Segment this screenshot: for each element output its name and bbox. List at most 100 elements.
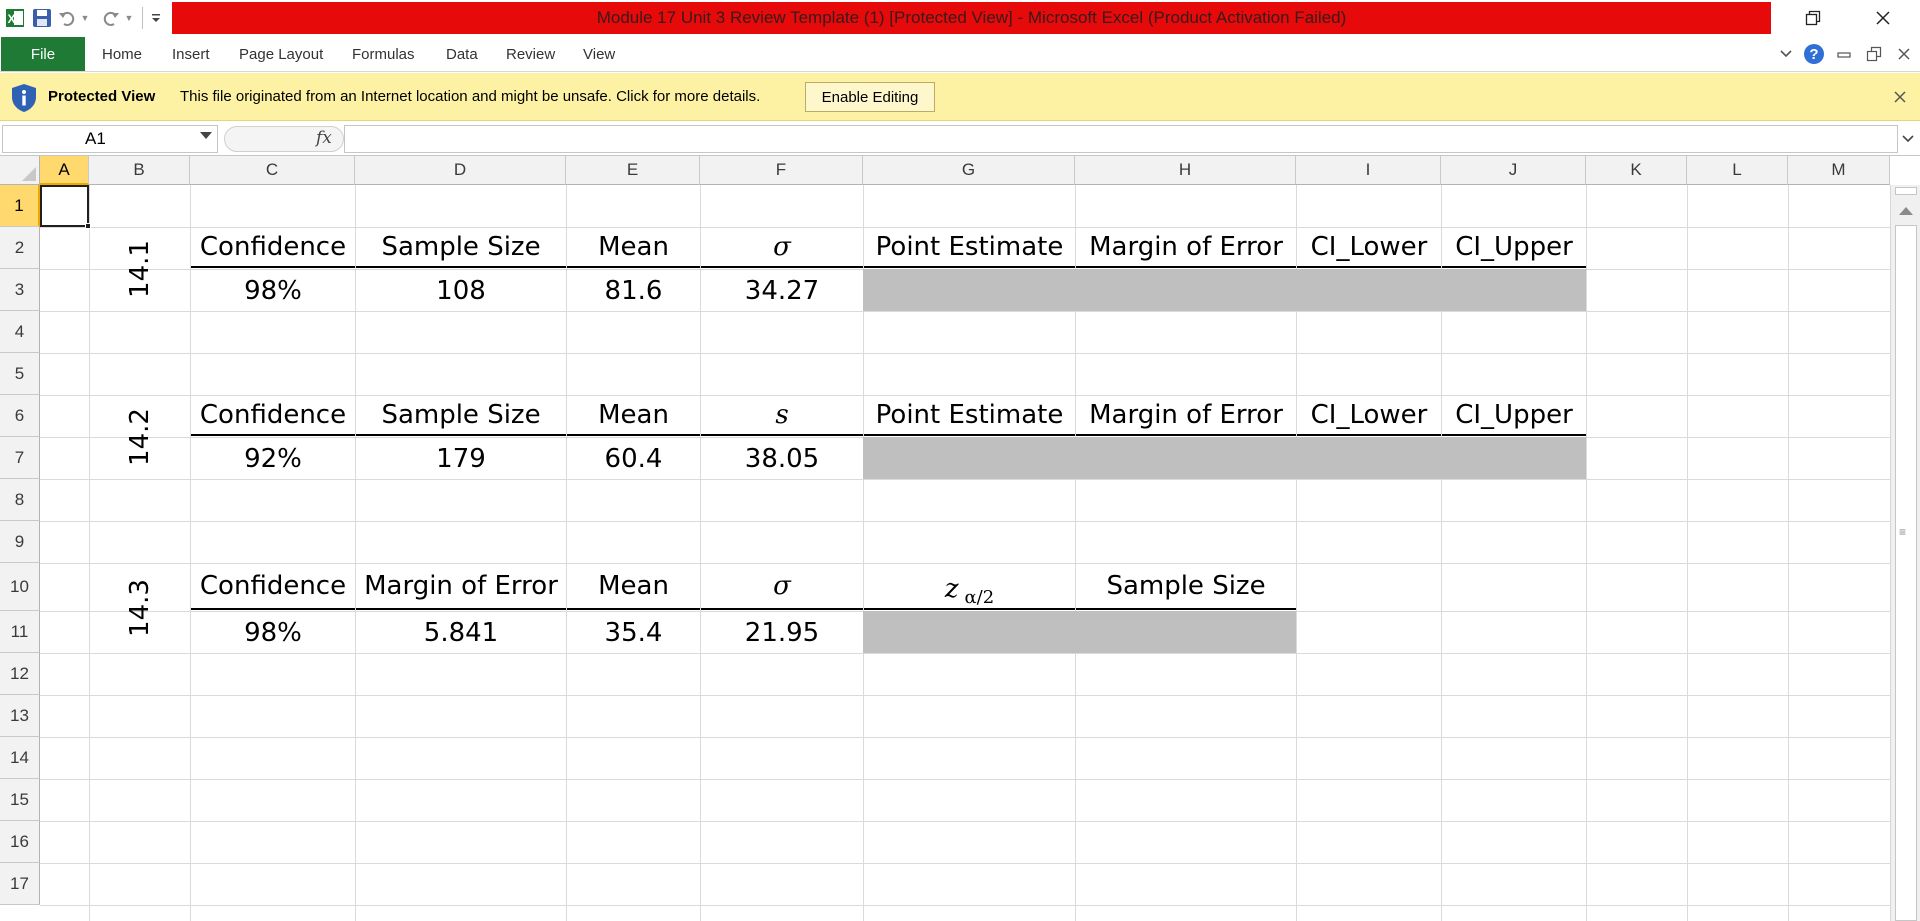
row-header-4[interactable]: 4 — [0, 311, 40, 353]
scroll-thumb[interactable] — [1895, 225, 1917, 921]
value-margin-of-error[interactable]: 5.841 — [356, 612, 566, 653]
enable-editing-button[interactable]: Enable Editing — [805, 82, 935, 112]
column-header-f[interactable]: F — [700, 156, 863, 185]
answer-cells[interactable] — [863, 437, 1586, 479]
value-s[interactable]: 38.05 — [701, 438, 863, 479]
row-header-16[interactable]: 16 — [0, 821, 40, 863]
fill-handle[interactable] — [85, 223, 91, 229]
spreadsheet-grid[interactable]: A B C D E F G H I J K L M 1 2 3 4 5 6 7 … — [0, 156, 1920, 921]
value-sample-size[interactable]: 179 — [356, 438, 566, 479]
row-header-3[interactable]: 3 — [0, 269, 40, 311]
header-point-estimate[interactable]: Point Estimate — [864, 396, 1075, 436]
restore-window-button[interactable] — [1784, 0, 1842, 36]
undo-dropdown-icon[interactable]: ▼ — [78, 6, 92, 30]
column-header-j[interactable]: J — [1441, 156, 1586, 185]
scroll-up-icon[interactable] — [1899, 207, 1913, 215]
value-confidence[interactable]: 98% — [191, 270, 355, 311]
row-header-1[interactable]: 1 — [0, 185, 40, 227]
column-header-b[interactable]: B — [89, 156, 190, 185]
redo-icon[interactable] — [100, 6, 122, 30]
redo-dropdown-icon[interactable]: ▼ — [122, 6, 136, 30]
tab-data[interactable]: Data — [446, 36, 478, 72]
row-header-6[interactable]: 6 — [0, 395, 40, 437]
column-header-a[interactable]: A — [40, 156, 89, 185]
split-box[interactable] — [1895, 187, 1917, 195]
header-sigma[interactable]: σ — [701, 564, 863, 610]
tab-file[interactable]: File — [1, 37, 85, 71]
value-mean[interactable]: 60.4 — [567, 438, 700, 479]
select-all-button[interactable] — [0, 156, 40, 185]
column-header-h[interactable]: H — [1075, 156, 1296, 185]
tab-formulas[interactable]: Formulas — [352, 36, 415, 72]
answer-cells[interactable] — [863, 269, 1586, 311]
column-header-l[interactable]: L — [1687, 156, 1788, 185]
tab-view[interactable]: View — [583, 36, 615, 72]
column-header-d[interactable]: D — [355, 156, 566, 185]
header-ci-lower[interactable]: CI_Lower — [1297, 228, 1441, 268]
column-header-e[interactable]: E — [566, 156, 700, 185]
header-mean[interactable]: Mean — [567, 228, 700, 268]
header-confidence[interactable]: Confidence — [191, 396, 355, 436]
tab-insert[interactable]: Insert — [172, 36, 210, 72]
close-window-button[interactable] — [1854, 0, 1912, 36]
undo-icon[interactable] — [56, 6, 78, 30]
value-mean[interactable]: 81.6 — [567, 270, 700, 311]
row-header-5[interactable]: 5 — [0, 353, 40, 395]
column-header-g[interactable]: G — [863, 156, 1075, 185]
excel-app-icon[interactable]: X — [2, 6, 28, 30]
expand-formula-bar-button[interactable] — [1898, 125, 1918, 153]
row-header-14[interactable]: 14 — [0, 737, 40, 779]
close-message-bar-button[interactable] — [1888, 85, 1912, 109]
workbook-minimize-button[interactable] — [1834, 42, 1854, 66]
workbook-restore-button[interactable] — [1864, 42, 1884, 66]
help-button[interactable]: ? — [1802, 42, 1826, 66]
header-ci-upper[interactable]: CI_Upper — [1442, 228, 1586, 268]
header-ci-upper[interactable]: CI_Upper — [1442, 396, 1586, 436]
answer-cells[interactable] — [863, 611, 1296, 653]
row-header-11[interactable]: 11 — [0, 611, 40, 653]
column-header-k[interactable]: K — [1586, 156, 1687, 185]
row-header-17[interactable]: 17 — [0, 863, 40, 905]
tab-home[interactable]: Home — [102, 36, 142, 72]
value-confidence[interactable]: 92% — [191, 438, 355, 479]
tab-page-layout[interactable]: Page Layout — [239, 36, 323, 72]
row-header-10[interactable]: 10 — [0, 563, 40, 611]
header-sample-size[interactable]: Sample Size — [356, 396, 566, 436]
header-point-estimate[interactable]: Point Estimate — [864, 228, 1075, 268]
header-sample-size[interactable]: Sample Size — [1076, 564, 1296, 610]
protected-view-message[interactable]: This file originated from an Internet lo… — [180, 88, 760, 105]
value-sigma[interactable]: 21.95 — [701, 612, 863, 653]
header-margin-of-error[interactable]: Margin of Error — [1076, 228, 1296, 268]
header-mean[interactable]: Mean — [567, 564, 700, 610]
vertical-scrollbar[interactable]: ≡ — [1890, 185, 1920, 921]
column-header-m[interactable]: M — [1788, 156, 1890, 185]
header-margin-of-error[interactable]: Margin of Error — [1076, 396, 1296, 436]
formula-input[interactable] — [344, 125, 1898, 153]
row-header-13[interactable]: 13 — [0, 695, 40, 737]
row-header-8[interactable]: 8 — [0, 479, 40, 521]
save-icon[interactable] — [28, 6, 56, 30]
column-header-c[interactable]: C — [190, 156, 355, 185]
customize-qat-icon[interactable] — [149, 6, 163, 30]
row-header-9[interactable]: 9 — [0, 521, 40, 563]
name-box-dropdown-icon[interactable] — [200, 132, 212, 139]
value-confidence[interactable]: 98% — [191, 612, 355, 653]
header-sample-size[interactable]: Sample Size — [356, 228, 566, 268]
header-mean[interactable]: Mean — [567, 396, 700, 436]
tab-review[interactable]: Review — [506, 36, 555, 72]
minimize-ribbon-button[interactable] — [1776, 42, 1796, 66]
header-sigma[interactable]: σ — [701, 228, 863, 268]
row-header-2[interactable]: 2 — [0, 227, 40, 269]
active-cell-a1[interactable] — [40, 185, 89, 227]
value-mean[interactable]: 35.4 — [567, 612, 700, 653]
value-sample-size[interactable]: 108 — [356, 270, 566, 311]
header-confidence[interactable]: Confidence — [191, 228, 355, 268]
header-ci-lower[interactable]: CI_Lower — [1297, 396, 1441, 436]
header-margin-of-error[interactable]: Margin of Error — [356, 564, 566, 610]
workbook-close-button[interactable] — [1894, 42, 1914, 66]
name-box[interactable]: A1 — [2, 125, 218, 153]
header-confidence[interactable]: Confidence — [191, 564, 355, 610]
header-z-alpha-half[interactable]: z α/2 — [864, 564, 1075, 610]
value-sigma[interactable]: 34.27 — [701, 270, 863, 311]
header-s[interactable]: s — [701, 396, 863, 436]
